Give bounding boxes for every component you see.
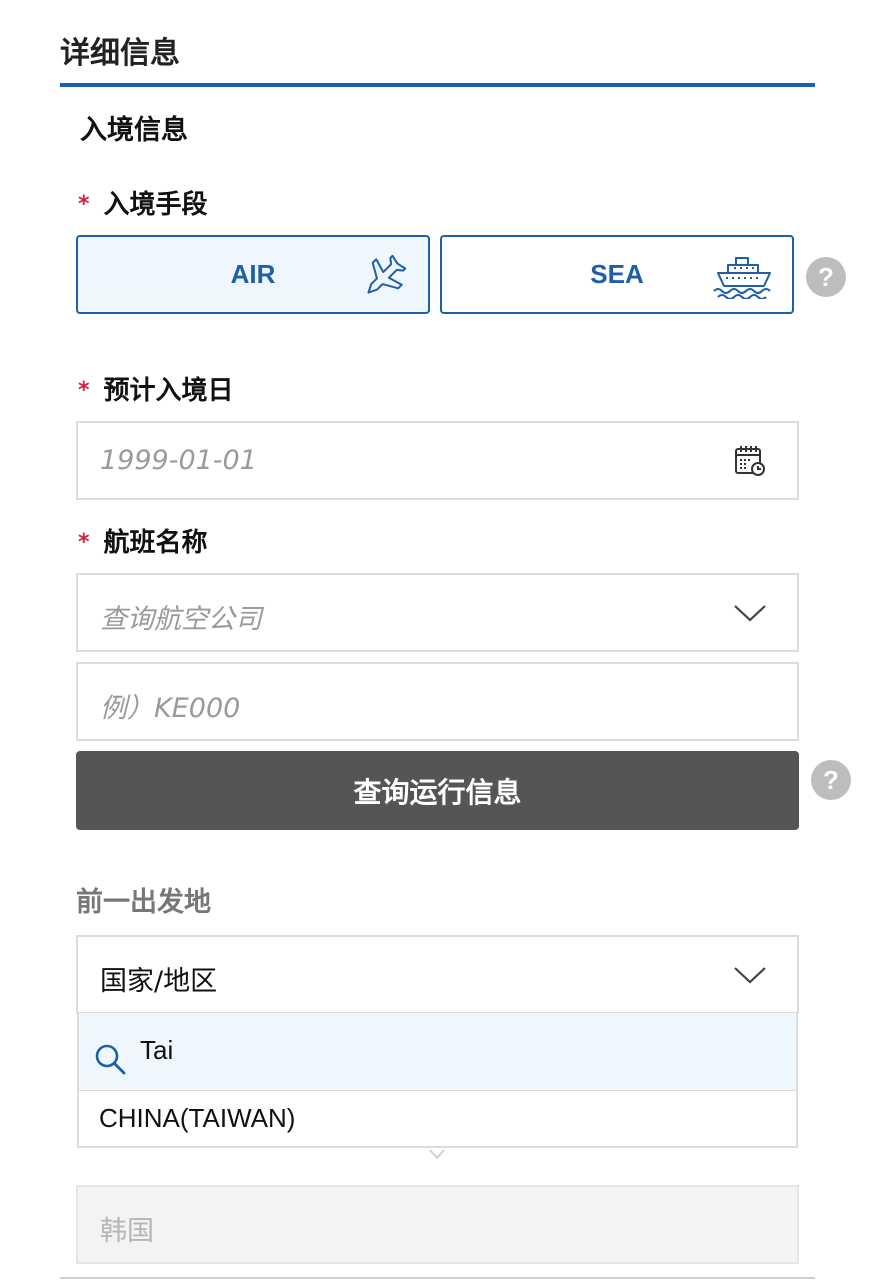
airline-select[interactable]: 查询航空公司 <box>76 573 799 652</box>
entry-info-subtitle: 入境信息 <box>80 115 188 146</box>
departure-city-value: 韩国 <box>100 1216 154 1247</box>
required-mark: * <box>78 192 90 217</box>
arrival-date-label-text: 预计入境日 <box>103 376 234 406</box>
required-mark: * <box>78 530 90 555</box>
chevron-down-icon <box>734 967 766 984</box>
country-select[interactable]: 国家/地区 <box>76 935 799 1014</box>
search-flight-button[interactable]: 查询运行信息 <box>76 751 799 830</box>
sea-option-button[interactable]: SEA <box>440 235 794 314</box>
departure-city-field-disabled: 韩国 <box>76 1185 799 1264</box>
entry-method-label-text: 入境手段 <box>103 190 208 220</box>
section-title: 详细信息 <box>60 36 180 71</box>
country-select-value: 国家/地区 <box>100 966 218 997</box>
country-option-item[interactable]: CHINA(TAIWAN) <box>77 1090 798 1148</box>
flight-help-icon[interactable]: ? <box>811 760 851 800</box>
bottom-divider <box>60 1277 815 1279</box>
flight-number-placeholder: 例）KE000 <box>100 693 241 724</box>
country-option-label: CHINA(TAIWAN) <box>99 1103 296 1133</box>
entry-method-help-icon[interactable]: ? <box>806 257 846 297</box>
previous-departure-label: 前一出发地 <box>76 887 211 918</box>
airline-placeholder: 查询航空公司 <box>100 604 262 635</box>
calendar-icon[interactable] <box>733 444 767 478</box>
air-option-button[interactable]: AIR <box>76 235 430 314</box>
sea-option-label: SEA <box>590 259 644 289</box>
country-search-value: Tai <box>140 1035 174 1065</box>
flight-name-label: * 航班名称 <box>78 522 208 559</box>
arrival-date-label: * 预计入境日 <box>78 370 234 407</box>
flight-number-input[interactable]: 例）KE000 <box>76 662 799 741</box>
arrival-date-input[interactable]: 1999-01-01 <box>76 421 799 500</box>
search-icon <box>95 1044 126 1075</box>
ship-icon <box>713 257 771 299</box>
chevron-down-icon <box>734 605 766 622</box>
airplane-icon <box>367 255 407 294</box>
flight-name-label-text: 航班名称 <box>103 528 208 558</box>
country-search-input[interactable]: Tai <box>77 1013 798 1090</box>
air-option-label: AIR <box>230 259 276 289</box>
arrival-date-placeholder: 1999-01-01 <box>100 445 257 476</box>
chevron-down-icon <box>429 1149 445 1160</box>
entry-method-label: * 入境手段 <box>78 184 208 221</box>
required-mark: * <box>78 378 90 403</box>
section-divider <box>60 83 815 87</box>
